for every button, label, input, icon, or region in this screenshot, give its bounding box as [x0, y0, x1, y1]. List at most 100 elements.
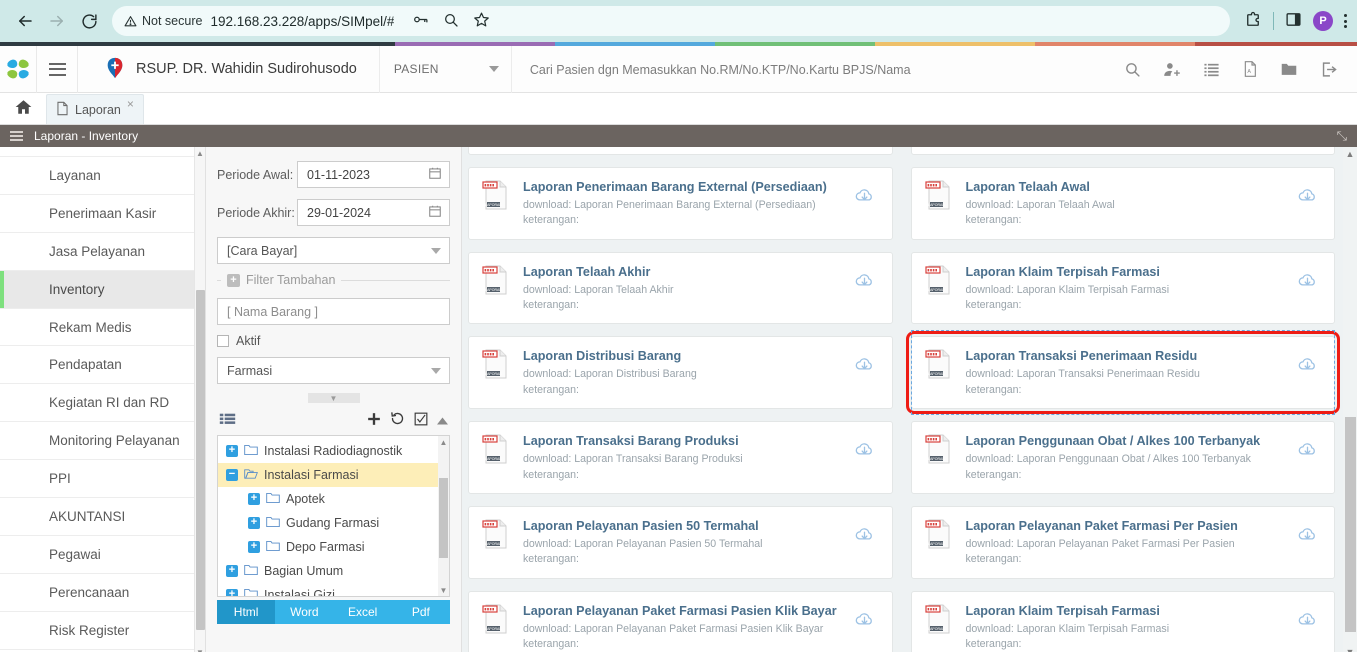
search-icon[interactable]: [1124, 61, 1141, 78]
tree-toggle-icon[interactable]: +: [226, 445, 238, 457]
scroll-up-arrow-icon[interactable]: ▲: [195, 147, 205, 160]
cara-bayar-select[interactable]: [Cara Bayar]: [217, 237, 450, 264]
download-icon[interactable]: [852, 518, 878, 545]
sidebar-item-jasa-pelayanan[interactable]: Jasa Pelayanan: [0, 233, 205, 271]
add-user-icon[interactable]: [1163, 61, 1181, 78]
tree-toggle-icon[interactable]: −: [226, 469, 238, 481]
back-button[interactable]: [10, 6, 40, 36]
report-card[interactable]: LAPORAN Laporan Klaim Terpisah Farmasi dow…: [910, 590, 1335, 652]
nama-barang-input[interactable]: [ Nama Barang ]: [217, 298, 450, 325]
report-scrollbar[interactable]: ▲ ▼: [1343, 147, 1357, 652]
filter-tambahan-section[interactable]: + Filter Tambahan: [217, 273, 450, 287]
chrome-menu-icon[interactable]: [1344, 14, 1347, 28]
tab-laporan[interactable]: Laporan ×: [46, 94, 144, 124]
tree-toggle-icon[interactable]: +: [248, 541, 260, 553]
expand-icon[interactable]: ⤡: [1337, 128, 1347, 144]
export-excel-button[interactable]: Excel: [333, 600, 392, 624]
tree-node[interactable]: + Instalasi Radiodiagnostik: [218, 439, 449, 463]
sidebar-item-partial-top[interactable]: [0, 147, 205, 157]
tree-node[interactable]: + Instalasi Gizi: [218, 583, 449, 596]
tree-toggle-icon[interactable]: +: [248, 517, 260, 529]
app-logo[interactable]: [0, 46, 36, 93]
tab-close-icon[interactable]: ×: [127, 97, 134, 111]
tree-node[interactable]: + Gudang Farmasi: [218, 511, 449, 535]
tree-node[interactable]: − Instalasi Farmasi: [218, 463, 449, 487]
sidebar-item-pegawai[interactable]: Pegawai: [0, 536, 205, 574]
tree-list-icon[interactable]: [219, 413, 236, 427]
forward-button[interactable]: [42, 6, 72, 36]
report-card[interactable]: LAPORAN Laporan Telaah Akhir download: Lap…: [468, 251, 893, 325]
report-card[interactable]: LAPORAN Laporan Transaksi Barang Produksi…: [468, 421, 893, 494]
address-bar[interactable]: Not secure 192.168.23.228/apps/SIMpel/#: [112, 6, 1230, 36]
report-card[interactable]: LAPORAN Laporan Distribusi Barang download…: [468, 336, 893, 410]
scroll-up-arrow-icon[interactable]: ▲: [438, 436, 449, 448]
calendar-icon[interactable]: [428, 204, 442, 221]
download-icon[interactable]: [1294, 348, 1320, 375]
sidebar-item-pendapatan[interactable]: Pendapatan: [0, 346, 205, 385]
scroll-down-arrow-icon[interactable]: ▼: [438, 584, 449, 596]
logout-icon[interactable]: [1320, 61, 1337, 78]
not-secure-indicator[interactable]: Not secure: [124, 14, 202, 28]
breadcrumb-menu-icon[interactable]: [10, 131, 23, 141]
report-card[interactable]: LAPORAN Laporan Penerimaan Barang Externa…: [468, 167, 893, 240]
tree-toggle-icon[interactable]: +: [226, 565, 238, 577]
report-card[interactable]: LAPORAN Laporan Klaim Terpisah Farmasi dow…: [910, 251, 1335, 325]
reload-button[interactable]: [74, 6, 104, 36]
sidebar-item-layanan[interactable]: Layanan: [0, 157, 205, 195]
tree-toggle-icon[interactable]: +: [248, 493, 260, 505]
sidebar-scrollbar[interactable]: ▲ ▼: [194, 147, 205, 652]
add-node-icon[interactable]: [367, 412, 381, 429]
tree-toggle-icon[interactable]: +: [226, 589, 238, 596]
sidebar-item-kegiatan-ri-dan-rd[interactable]: Kegiatan RI dan RD: [0, 384, 205, 423]
folder-icon[interactable]: [1280, 61, 1298, 77]
download-icon[interactable]: [852, 348, 878, 375]
download-icon[interactable]: [1294, 433, 1320, 460]
report-card[interactable]: LAPORAN Laporan Penggunaan Obat / Alkes 1…: [910, 421, 1335, 494]
tree-node[interactable]: + Depo Farmasi: [218, 535, 449, 559]
tree-node[interactable]: + Bagian Umum: [218, 559, 449, 583]
sidebar-item-penerimaan-kasir[interactable]: Penerimaan Kasir: [0, 195, 205, 233]
periode-akhir-input[interactable]: 29-01-2024: [297, 199, 450, 226]
tree-scroll-thumb[interactable]: [439, 478, 448, 558]
report-card[interactable]: LAPORAN Laporan Telaah Awal download: Lapo…: [910, 167, 1335, 240]
aktif-checkbox[interactable]: Aktif: [217, 334, 450, 348]
report-card[interactable]: LAPORAN Laporan Transaksi Penerimaan Resi…: [905, 331, 1340, 415]
patient-search-input[interactable]: Cari Pasien dgn Memasukkan No.RM/No.KTP/…: [512, 62, 1104, 77]
report-card[interactable]: LAPORAN Laporan Pelayanan Paket Farmasi P…: [910, 505, 1335, 579]
export-word-button[interactable]: Word: [275, 600, 334, 624]
sidebar-item-inventory[interactable]: Inventory: [0, 270, 205, 309]
home-tab-button[interactable]: [0, 92, 46, 124]
download-icon[interactable]: [1294, 264, 1320, 291]
report-card[interactable]: LAPORANketerangan:: [910, 147, 1335, 155]
password-key-icon[interactable]: [412, 11, 429, 31]
sidebar-scroll-thumb[interactable]: [196, 290, 205, 630]
download-icon[interactable]: [852, 264, 878, 291]
checkbox-box[interactable]: [217, 335, 229, 347]
collapse-icon[interactable]: [437, 413, 448, 428]
pdf-file-icon[interactable]: A: [1242, 60, 1258, 78]
scroll-down-arrow-icon[interactable]: ▼: [195, 646, 205, 652]
patient-segment-selector[interactable]: PASIEN: [380, 45, 512, 93]
sidebar-item-ppi[interactable]: PPI: [0, 460, 205, 499]
list-icon[interactable]: [1203, 61, 1220, 78]
zoom-search-icon[interactable]: [443, 12, 459, 31]
refresh-icon[interactable]: [390, 411, 405, 429]
download-icon[interactable]: [852, 433, 878, 460]
report-card[interactable]: LAPORANketerangan:: [468, 147, 893, 155]
sidebar-item-perencanaan[interactable]: Perencanaan: [0, 574, 205, 612]
side-panel-icon[interactable]: [1285, 11, 1302, 31]
report-card[interactable]: LAPORAN Laporan Pelayanan Paket Farmasi P…: [468, 590, 893, 652]
sidebar-item-rekam-medis[interactable]: Rekam Medis: [0, 309, 205, 347]
bookmark-star-icon[interactable]: [473, 11, 490, 31]
sidebar-item-risk-register[interactable]: Risk Register: [0, 612, 205, 650]
plus-icon[interactable]: +: [227, 273, 240, 287]
report-card[interactable]: LAPORAN Laporan Pelayanan Pasien 50 Terma…: [468, 505, 893, 579]
sidebar-toggle-button[interactable]: [36, 45, 78, 93]
profile-avatar[interactable]: P: [1313, 11, 1333, 31]
tree-scrollbar[interactable]: ▲ ▼: [438, 436, 449, 596]
download-icon[interactable]: [852, 603, 878, 630]
calendar-icon[interactable]: [428, 166, 442, 183]
extensions-icon[interactable]: [1244, 11, 1262, 32]
sidebar-item-monitoring-pelayanan[interactable]: Monitoring Pelayanan: [0, 422, 205, 461]
unit-select[interactable]: Farmasi: [217, 357, 450, 384]
